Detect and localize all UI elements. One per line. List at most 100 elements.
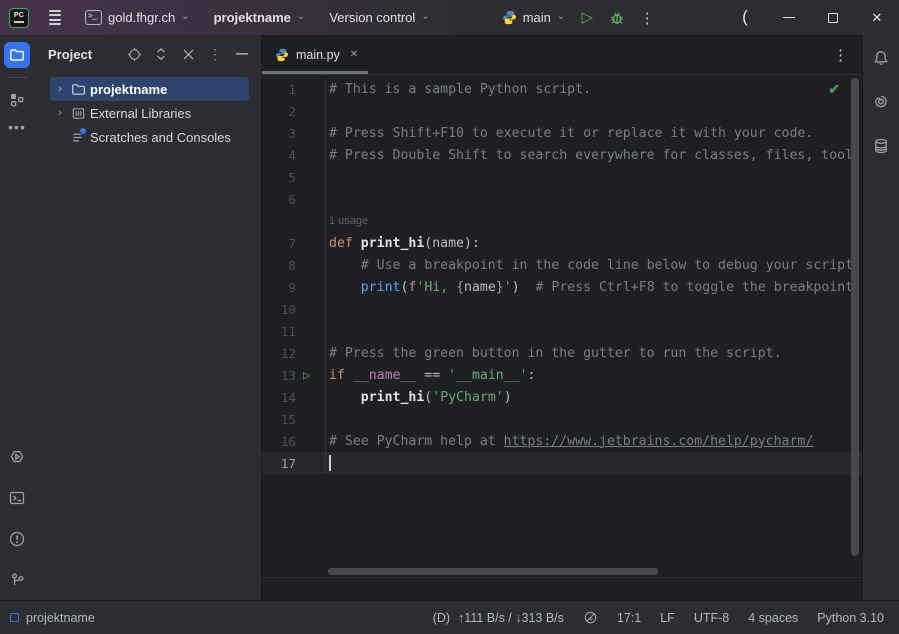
terminal-tool-button[interactable]: [4, 485, 30, 511]
code-line[interactable]: 15: [262, 408, 862, 430]
line-ending-widget[interactable]: LF: [660, 611, 675, 625]
tree-item-scratches[interactable]: Scratches and Consoles: [50, 125, 249, 149]
project-panel-header: Project: [34, 35, 261, 73]
tab-main-py[interactable]: main.py ✕: [262, 35, 368, 74]
code-line[interactable]: 7def print_hi(name):: [262, 232, 862, 254]
more-tool-windows-button[interactable]: •••: [8, 119, 26, 135]
collapse-all-icon[interactable]: [179, 45, 197, 63]
expand-selection-icon[interactable]: [152, 45, 170, 63]
project-widget[interactable]: projektname ⌄: [206, 6, 314, 29]
structure-tool-button[interactable]: [4, 87, 30, 113]
inlay-hint-row[interactable]: 1 usage: [262, 210, 862, 232]
line-number[interactable]: 11: [262, 324, 296, 339]
project-tool-button[interactable]: [4, 42, 30, 68]
tab-options-icon[interactable]: ⋮: [833, 46, 848, 64]
hide-panel-icon[interactable]: [233, 45, 251, 63]
code-line[interactable]: 6: [262, 188, 862, 210]
code-text: [325, 100, 862, 122]
code-line[interactable]: 12# Press the green button in the gutter…: [262, 342, 862, 364]
line-number[interactable]: 5: [262, 170, 296, 185]
code-text: [325, 166, 862, 188]
git-tool-button[interactable]: [4, 567, 30, 593]
main-menu-icon[interactable]: [47, 6, 63, 29]
locate-file-icon[interactable]: [125, 45, 143, 63]
more-actions-button[interactable]: ⋮: [633, 5, 661, 31]
hyperlink-text[interactable]: https://www.jetbrains.com/help/pycharm/: [504, 434, 814, 449]
right-tool-stripe: [862, 35, 899, 600]
code-line[interactable]: 1# This is a sample Python script.: [262, 78, 862, 100]
code-line[interactable]: 16# See PyCharm help at https://www.jetb…: [262, 430, 862, 452]
run-line-icon[interactable]: ▷: [296, 368, 325, 382]
left-stripe-bottom: [4, 444, 30, 593]
line-number[interactable]: 1: [262, 82, 296, 97]
code-line[interactable]: 17: [262, 452, 862, 474]
code-line[interactable]: 14 print_hi('PyCharm'): [262, 386, 862, 408]
line-number[interactable]: 2: [262, 104, 296, 119]
code-text: # Press Double Shift to search everywher…: [325, 144, 862, 166]
tree-chevron-icon[interactable]: ›: [52, 107, 68, 119]
code-line[interactable]: 9 print(f'Hi, {name}') # Press Ctrl+F8 t…: [262, 276, 862, 298]
run-button[interactable]: ▷: [573, 5, 601, 31]
minimize-button[interactable]: [767, 0, 811, 35]
services-tool-button[interactable]: [4, 444, 30, 470]
code-token: [329, 390, 361, 405]
notifications-tool-button[interactable]: [868, 45, 894, 71]
code-text: [325, 320, 862, 342]
run-configuration-widget[interactable]: main ⌄: [496, 6, 572, 29]
line-number[interactable]: 15: [262, 412, 296, 427]
tree-chevron-icon[interactable]: ›: [52, 83, 68, 95]
code-line[interactable]: 4 # Press Double Shift to search everywhe…: [262, 144, 862, 166]
code-line[interactable]: 8 # Use a breakpoint in the code line be…: [262, 254, 862, 276]
tree-item-label: projektname: [90, 82, 167, 97]
pycharm-logo-underline: [14, 21, 24, 23]
line-number[interactable]: 13: [262, 368, 296, 383]
tree-item-projektname[interactable]: › projektname: [50, 77, 249, 101]
code-line[interactable]: 2: [262, 100, 862, 122]
inspection-ok-icon[interactable]: ✔: [828, 81, 840, 98]
run-icon: ▷: [582, 10, 594, 25]
code-token: # Press Ctrl+F8 to toggle the breakpoint: [520, 280, 853, 295]
panel-options-icon[interactable]: ⋮: [206, 45, 224, 63]
line-number[interactable]: 6: [262, 192, 296, 207]
libraries-icon: [68, 106, 88, 121]
code-line[interactable]: 3# Press Shift+F10 to execute it or repl…: [262, 122, 862, 144]
line-number[interactable]: 16: [262, 434, 296, 449]
code-line[interactable]: 10: [262, 298, 862, 320]
tree-item-external-libraries[interactable]: › External Libraries: [50, 101, 249, 125]
debug-button[interactable]: [603, 5, 631, 31]
tree-item-label: External Libraries: [90, 106, 191, 121]
caret-position-widget[interactable]: 17:1: [617, 611, 641, 625]
crescent-button[interactable]: (: [723, 0, 767, 35]
code-line[interactable]: 13▷if __name__ == '__main__':: [262, 364, 862, 386]
network-speed-widget[interactable]: ↑111 B/s / ↓313 B/s: [458, 611, 564, 625]
indent-widget[interactable]: 4 spaces: [748, 611, 798, 625]
line-number[interactable]: 14: [262, 390, 296, 405]
code-line[interactable]: 5: [262, 166, 862, 188]
database-tool-button[interactable]: [868, 133, 894, 159]
highlighting-level-icon[interactable]: [583, 610, 598, 625]
line-number[interactable]: 4: [262, 148, 296, 163]
line-number[interactable]: 12: [262, 346, 296, 361]
ai-assistant-tool-button[interactable]: [868, 89, 894, 115]
code-line[interactable]: 11: [262, 320, 862, 342]
close-button[interactable]: ✕: [855, 0, 899, 35]
interpreter-widget[interactable]: Python 3.10: [817, 611, 884, 625]
line-number[interactable]: 10: [262, 302, 296, 317]
line-number[interactable]: 7: [262, 236, 296, 251]
line-number[interactable]: 3: [262, 126, 296, 141]
line-number[interactable]: 8: [262, 258, 296, 273]
encoding-widget[interactable]: UTF-8: [694, 611, 729, 625]
maximize-button[interactable]: [811, 0, 855, 35]
problems-tool-button[interactable]: [4, 526, 30, 552]
statusbar-project-widget[interactable]: projektname: [10, 611, 95, 625]
horizontal-scrollbar[interactable]: [328, 568, 658, 575]
vcs-widget[interactable]: Version control ⌄: [321, 6, 437, 29]
usage-inlay-hint[interactable]: 1 usage: [329, 215, 368, 227]
tab-close-icon[interactable]: ✕: [350, 49, 358, 60]
vertical-scrollbar[interactable]: [851, 78, 859, 556]
debugger-indicator[interactable]: (D): [433, 611, 450, 625]
remote-host-widget[interactable]: gold.fhgr.ch ⌄: [77, 6, 198, 29]
line-number[interactable]: 9: [262, 280, 296, 295]
code-editor[interactable]: 1# This is a sample Python script.23# Pr…: [262, 75, 862, 600]
line-number[interactable]: 17: [262, 456, 296, 471]
